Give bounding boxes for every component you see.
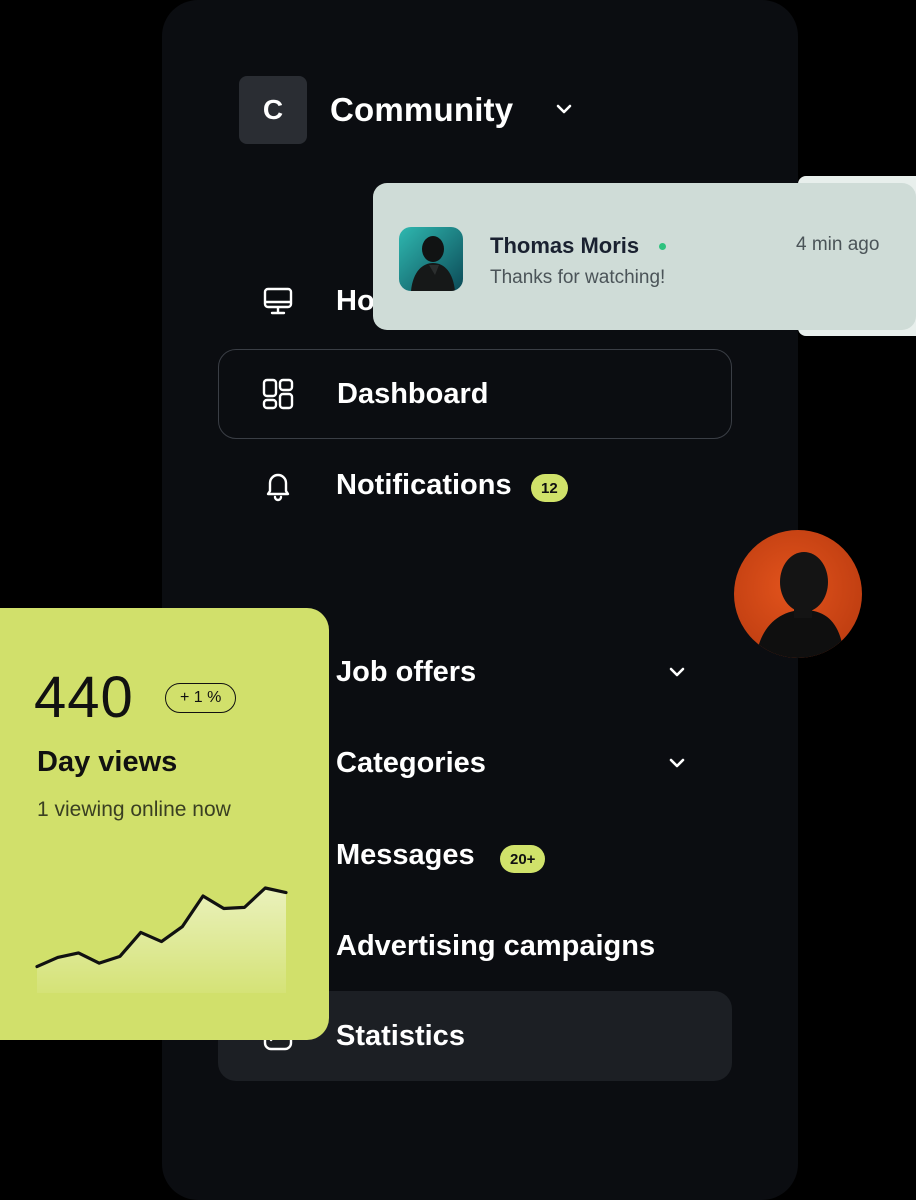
sidebar-item-label: Notifications <box>336 468 512 501</box>
sidebar-item-label: Messages <box>336 838 475 871</box>
toast-message: Thanks for watching! <box>490 267 666 288</box>
sidebar-item-label: Categories <box>336 746 486 779</box>
dashboard-icon <box>262 378 294 410</box>
online-status-dot <box>659 243 666 250</box>
chevron-down-icon <box>669 667 685 677</box>
monitor-icon <box>263 287 293 315</box>
workspace-name: Community <box>330 91 514 128</box>
sidebar-item-label: Job offers <box>336 655 477 688</box>
avatar <box>734 530 862 658</box>
avatar <box>399 227 463 291</box>
bell-icon <box>266 473 290 502</box>
messages-count-badge: 20+ <box>500 845 546 873</box>
workspace-avatar: C <box>239 76 307 144</box>
toast-sender-name: Thomas Moris <box>490 233 640 258</box>
day-views-card: 440 + 1 % Day views 1 viewing online now <box>0 608 329 1040</box>
chevron-down-icon <box>669 758 685 768</box>
toast-timestamp: 4 min ago <box>796 234 880 255</box>
sidebar-item-label: Advertising campaigns <box>336 929 656 962</box>
notifications-count-badge: 12 <box>531 474 568 502</box>
sidebar-item-notifications[interactable]: Notifications 12 <box>218 440 732 530</box>
workspace-switcher[interactable]: C Community <box>239 76 572 144</box>
message-toast[interactable]: Thomas Moris Thanks for watching! 4 min … <box>373 183 916 330</box>
sidebar-item-label: Dashboard <box>337 377 489 410</box>
views-sparkline <box>35 886 288 993</box>
sidebar-item-label: Statistics <box>336 1019 465 1052</box>
sidebar-item-dashboard[interactable]: Dashboard <box>218 349 732 439</box>
chevron-down-icon <box>556 104 572 114</box>
